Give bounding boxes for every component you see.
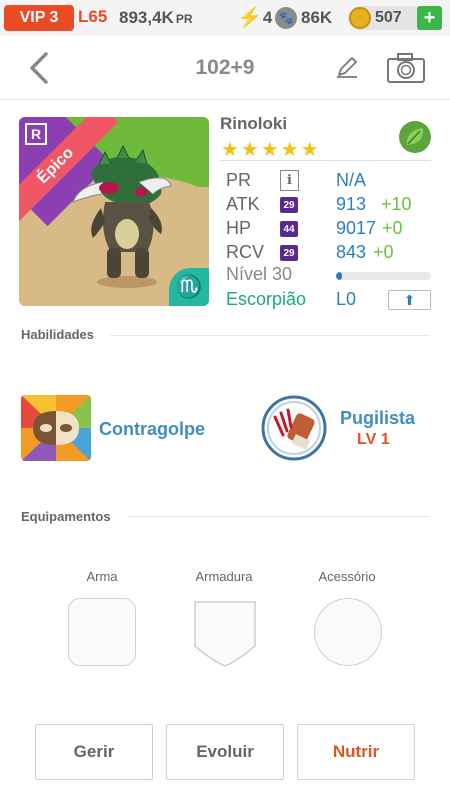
skill2-level: LV 1 bbox=[357, 431, 390, 448]
stat-label: ATK bbox=[226, 194, 260, 214]
food-counter[interactable]: 🐾 86K bbox=[275, 7, 332, 29]
divider bbox=[220, 160, 431, 161]
upgrade-sign-button[interactable]: ⬆ bbox=[388, 290, 431, 310]
stat-badge: 29 bbox=[280, 197, 298, 213]
star-rating: ★★★★★ bbox=[221, 139, 321, 161]
add-currency-button[interactable]: + bbox=[417, 6, 442, 30]
accessory-label: Acessório bbox=[318, 569, 376, 584]
evolve-button[interactable]: Evoluir bbox=[166, 724, 284, 780]
abilities-title: Habilidades bbox=[21, 327, 94, 342]
power-unit: PR bbox=[175, 12, 193, 26]
vip-badge[interactable]: VIP 3 bbox=[4, 5, 74, 31]
coin-icon bbox=[349, 7, 371, 29]
lightning-icon: ⚡ bbox=[237, 7, 262, 29]
zodiac-sign-label: Escorpião bbox=[226, 289, 307, 309]
level-label: Nível 30 bbox=[226, 264, 293, 284]
page-title: 102+9 bbox=[195, 56, 255, 79]
arrow-up-icon: ⬆ bbox=[403, 291, 416, 308]
leaf-icon bbox=[399, 121, 431, 153]
paw-icon: 🐾 bbox=[275, 7, 297, 29]
skill1-name[interactable]: Contragolpe bbox=[99, 419, 205, 440]
divider bbox=[128, 516, 430, 517]
divider bbox=[110, 335, 430, 336]
weapon-slot[interactable] bbox=[68, 598, 136, 666]
player-level: L65 bbox=[78, 7, 108, 26]
stat-badge: 29 bbox=[280, 245, 298, 261]
skill2-name[interactable]: Pugilista bbox=[340, 408, 415, 429]
rarity-badge: R bbox=[25, 123, 47, 145]
zodiac-sign-level: L0 bbox=[336, 289, 357, 309]
monster-name: Rinoloki bbox=[220, 114, 288, 133]
armor-slot[interactable] bbox=[191, 598, 259, 668]
weapon-label: Arma bbox=[86, 569, 118, 584]
monster-image bbox=[72, 144, 172, 288]
counterattack-skill-icon[interactable] bbox=[21, 395, 91, 461]
stat-bonus: +10 bbox=[381, 194, 412, 214]
level-progress-fill bbox=[336, 272, 342, 280]
stat-label: HP bbox=[226, 218, 252, 238]
pencil-icon[interactable] bbox=[334, 54, 360, 80]
energy-counter[interactable]: ⚡ 4 bbox=[237, 5, 272, 30]
accessory-slot[interactable] bbox=[314, 598, 382, 666]
stat-bonus: +0 bbox=[382, 218, 403, 238]
info-icon[interactable]: i bbox=[280, 170, 299, 191]
stat-row-hp: HP 44 9017 +0 bbox=[226, 218, 436, 240]
coin-value: 507 bbox=[375, 9, 402, 26]
monster-portrait[interactable]: R Épico ♏ bbox=[19, 117, 209, 306]
camera-icon[interactable] bbox=[386, 52, 426, 84]
player-power: 893,4K PR bbox=[119, 8, 193, 28]
stat-badge: 44 bbox=[280, 221, 298, 237]
stat-row-rcv: RCV 29 843 +0 bbox=[226, 242, 436, 264]
stat-bonus: +0 bbox=[373, 242, 394, 262]
armor-label: Armadura bbox=[195, 569, 253, 584]
stat-value: 913 bbox=[336, 194, 367, 214]
boxer-skill-icon[interactable] bbox=[261, 395, 327, 461]
stat-label: PR bbox=[226, 170, 252, 190]
stat-value: N/A bbox=[336, 170, 367, 190]
manage-button[interactable]: Gerir bbox=[35, 724, 153, 780]
equipment-title: Equipamentos bbox=[21, 509, 111, 524]
header: 102+9 bbox=[0, 36, 450, 100]
food-value: 86K bbox=[301, 8, 333, 27]
energy-value: 4 bbox=[262, 7, 273, 27]
stat-label: RCV bbox=[226, 242, 265, 262]
feed-button[interactable]: Nutrir bbox=[297, 724, 415, 780]
stat-row-atk: ATK 29 913 +10 bbox=[226, 194, 436, 216]
level-progress-bar bbox=[336, 272, 431, 280]
power-value: 893,4K bbox=[119, 8, 174, 27]
status-bar: VIP 3 L65 893,4K PR ⚡ 4 🐾 86K 507 + bbox=[0, 0, 450, 36]
stat-value: 843 bbox=[336, 242, 367, 262]
stat-row-pr: PR i N/A bbox=[226, 170, 436, 192]
stat-value: 9017 bbox=[336, 218, 377, 238]
